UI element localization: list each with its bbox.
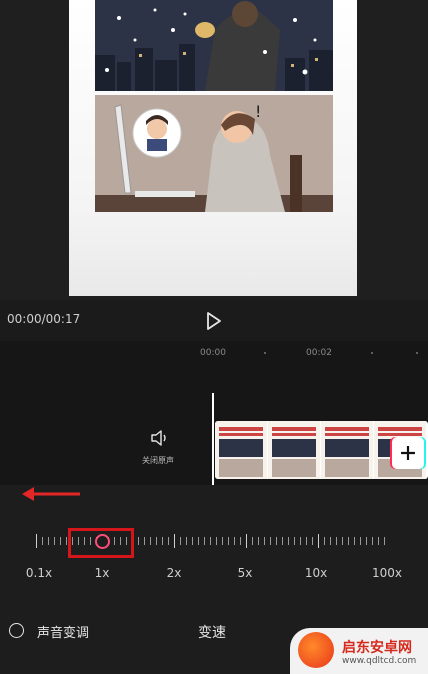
speed-tick — [324, 537, 325, 545]
speed-label: 10x — [304, 566, 328, 580]
timeline[interactable]: 00:00 00:02 关闭原声 — [0, 341, 428, 485]
speed-tick — [228, 537, 229, 545]
comic-panel-night — [95, 0, 333, 91]
speed-tick — [360, 537, 361, 545]
annotation-arrow-icon — [22, 487, 80, 501]
speed-tick — [336, 537, 337, 545]
voice-change-radio[interactable] — [9, 623, 24, 638]
speed-tick — [348, 537, 349, 545]
speed-tick — [168, 537, 169, 545]
speed-title: 变速 — [198, 625, 226, 641]
speed-major-tick — [246, 534, 247, 548]
watermark-title: 启东安卓网 — [342, 640, 412, 656]
speed-tick — [234, 537, 235, 545]
speed-tick — [342, 537, 343, 545]
speed-tick — [240, 537, 241, 545]
speed-tick — [192, 537, 193, 545]
speed-tick — [66, 537, 67, 545]
ruler-dot — [264, 352, 266, 354]
ruler-dot — [371, 352, 373, 354]
speed-tick — [204, 537, 205, 545]
speed-tick — [288, 537, 289, 545]
speed-tick — [198, 537, 199, 545]
speed-tick — [216, 537, 217, 545]
add-clip-button[interactable] — [392, 437, 424, 469]
time-ruler: 00:00 00:02 — [0, 341, 428, 363]
video-preview[interactable]: ! 00:00/00:17 — [0, 0, 428, 330]
speed-tick — [372, 537, 373, 545]
speaker-icon — [151, 430, 166, 446]
speed-label: 5x — [237, 566, 253, 580]
speed-label: 100x — [371, 566, 403, 580]
speed-label: 1x — [94, 566, 110, 580]
speed-tick — [60, 537, 61, 545]
clip-thumbnail — [321, 421, 373, 479]
mute-original-audio-button[interactable]: 关闭原声 — [140, 429, 180, 466]
speed-labels: 0.1x 1x 2x 5x 10x 100x — [0, 566, 428, 582]
playback-time: 00:00/00:17 — [7, 312, 81, 326]
ruler-label-1: 00:02 — [306, 348, 332, 358]
speed-tick — [156, 537, 157, 545]
speed-tick — [258, 537, 259, 545]
playhead[interactable] — [212, 393, 214, 485]
speed-tick — [282, 537, 283, 545]
mute-label: 关闭原声 — [142, 456, 174, 465]
clip-thumbnail — [215, 421, 267, 479]
speed-tick — [270, 537, 271, 545]
speed-label: 0.1x — [25, 566, 53, 580]
speed-tick — [276, 537, 277, 545]
speed-major-tick — [174, 534, 175, 548]
ruler-dot — [416, 352, 418, 354]
speed-tick — [210, 537, 211, 545]
comic-panel-desk: ! — [95, 95, 333, 212]
speed-tick — [294, 537, 295, 545]
speed-tick — [366, 537, 367, 545]
speed-major-tick — [36, 534, 37, 548]
speed-tick — [264, 537, 265, 545]
speed-tick — [300, 537, 301, 545]
speed-tick — [378, 537, 379, 545]
ruler-label-0: 00:00 — [200, 348, 226, 358]
speed-tick — [252, 537, 253, 545]
speed-tick — [186, 537, 187, 545]
speed-tick — [180, 537, 181, 545]
speed-tick — [144, 537, 145, 545]
speed-tick — [312, 537, 313, 545]
speed-tick — [306, 537, 307, 545]
speed-tick — [54, 537, 55, 545]
clip-thumbnail — [268, 421, 320, 479]
speed-tick — [162, 537, 163, 545]
speed-major-tick — [318, 534, 319, 548]
playback-row: 00:00/00:17 — [0, 305, 428, 337]
speed-tick — [222, 537, 223, 545]
watermark-logo-icon — [298, 632, 334, 668]
watermark-url: www.qdltcd.com — [342, 656, 417, 666]
svg-text:!: ! — [255, 102, 261, 121]
speed-tick — [138, 537, 139, 545]
speed-tick — [48, 537, 49, 545]
annotation-highlight-box — [68, 528, 134, 558]
speed-tick — [42, 537, 43, 545]
plus-icon — [401, 446, 415, 460]
speed-tick — [330, 537, 331, 545]
speed-tick — [384, 537, 385, 545]
speed-tick — [150, 537, 151, 545]
speed-tick — [354, 537, 355, 545]
watermark: 启东安卓网 www.qdltcd.com — [290, 628, 428, 674]
voice-change-label[interactable]: 声音变调 — [37, 622, 89, 641]
play-icon[interactable] — [202, 310, 224, 332]
speed-label: 2x — [166, 566, 182, 580]
